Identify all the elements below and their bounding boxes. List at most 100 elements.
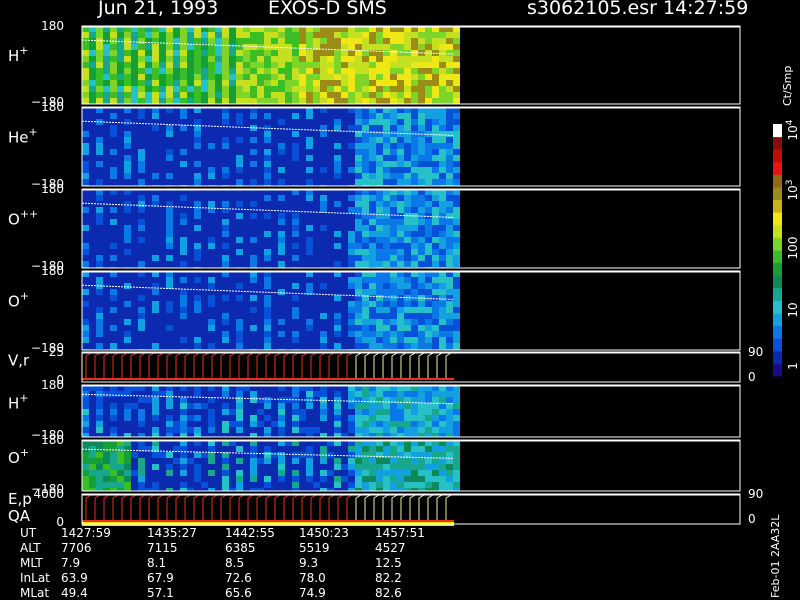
heat-cell [355,113,362,119]
orbit-cell: 82.2 [375,571,402,585]
heat-cell [334,289,341,295]
heat-cell [201,74,208,80]
heat-cell [138,161,145,167]
heat-cell [250,458,257,464]
heat-cell [89,98,96,104]
heat-cell [166,92,173,98]
colorbar-swatch [773,161,782,175]
heat-cell [117,470,124,476]
heat-cell [285,301,292,307]
heat-cell [131,143,138,149]
heat-cell [222,243,229,249]
heat-cell [229,415,236,421]
heat-cell [152,237,159,243]
heat-cell [369,476,376,482]
heat-cell [201,249,208,255]
heat-cell [320,80,327,86]
heat-cell [397,167,404,173]
heat-cell [306,476,313,482]
heat-cell [299,50,306,56]
heat-cell [110,32,117,38]
heat-cell [152,44,159,50]
heat-cell [432,68,439,74]
heat-cell [369,331,376,337]
heat-cell [306,80,313,86]
heat-cell [320,464,327,470]
heat-cell [271,50,278,56]
heat-cell [152,80,159,86]
heat-cell [341,98,348,104]
heat-cell [194,179,201,185]
heat-cell [299,143,306,149]
heat-cell [103,80,110,86]
heat-cell [376,249,383,255]
heat-cell [271,391,278,397]
heat-cell [306,213,313,219]
heat-cell [201,195,208,201]
heat-cell [173,331,180,337]
sweep-trace [157,494,164,522]
heat-cell [222,295,229,301]
heat-cell [404,391,411,397]
heat-cell [243,243,250,249]
heat-cell [425,397,432,403]
heat-cell [432,313,439,319]
heat-cell [222,50,229,56]
heat-cell [327,397,334,403]
heat-cell [82,38,89,44]
heat-cell [334,421,341,427]
heat-cell [264,32,271,38]
heat-cell [257,415,264,421]
heat-cell [404,80,411,86]
heat-cell [208,173,215,179]
heat-cell [327,427,334,433]
heat-cell [166,179,173,185]
heat-cell [187,427,194,433]
heat-cell [411,255,418,261]
heat-cell [285,415,292,421]
heat-cell [131,50,138,56]
heat-cell [194,38,201,44]
heat-cell [278,237,285,243]
heat-cell [278,231,285,237]
heat-cell [439,80,446,86]
heat-cell [82,325,89,331]
heat-cell [383,446,390,452]
heat-cell [138,56,145,62]
heat-cell [117,343,124,349]
heat-cell [278,409,285,415]
heat-cell [201,32,208,38]
heat-cell [187,403,194,409]
heat-cell [327,301,334,307]
heat-cell [131,409,138,415]
heat-cell [194,161,201,167]
heat-cell [383,482,390,488]
heat-cell [117,331,124,337]
heat-cell [215,167,222,173]
heat-cell [390,80,397,86]
heat-cell [110,295,117,301]
heat-cell [89,427,96,433]
heat-cell [222,283,229,289]
heat-cell [320,68,327,74]
sweep-trace [265,494,272,522]
panel-label: O++ [8,208,38,229]
heat-cell [292,32,299,38]
sweep-trace [364,494,371,522]
heat-cell [117,427,124,433]
heat-cell [327,470,334,476]
heat-cell [222,307,229,313]
heat-cell [453,403,460,409]
heat-cell [397,295,404,301]
heat-cell [327,119,334,125]
heat-cell [229,219,236,225]
heat-cell [327,337,334,343]
heat-cell [187,92,194,98]
heat-cell [313,277,320,283]
heat-cell [145,325,152,331]
colorbar-swatch [773,262,782,276]
right-axis-top: 90 [748,487,763,501]
heat-cell [334,173,341,179]
heat-cell [376,201,383,207]
heat-cell [117,243,124,249]
